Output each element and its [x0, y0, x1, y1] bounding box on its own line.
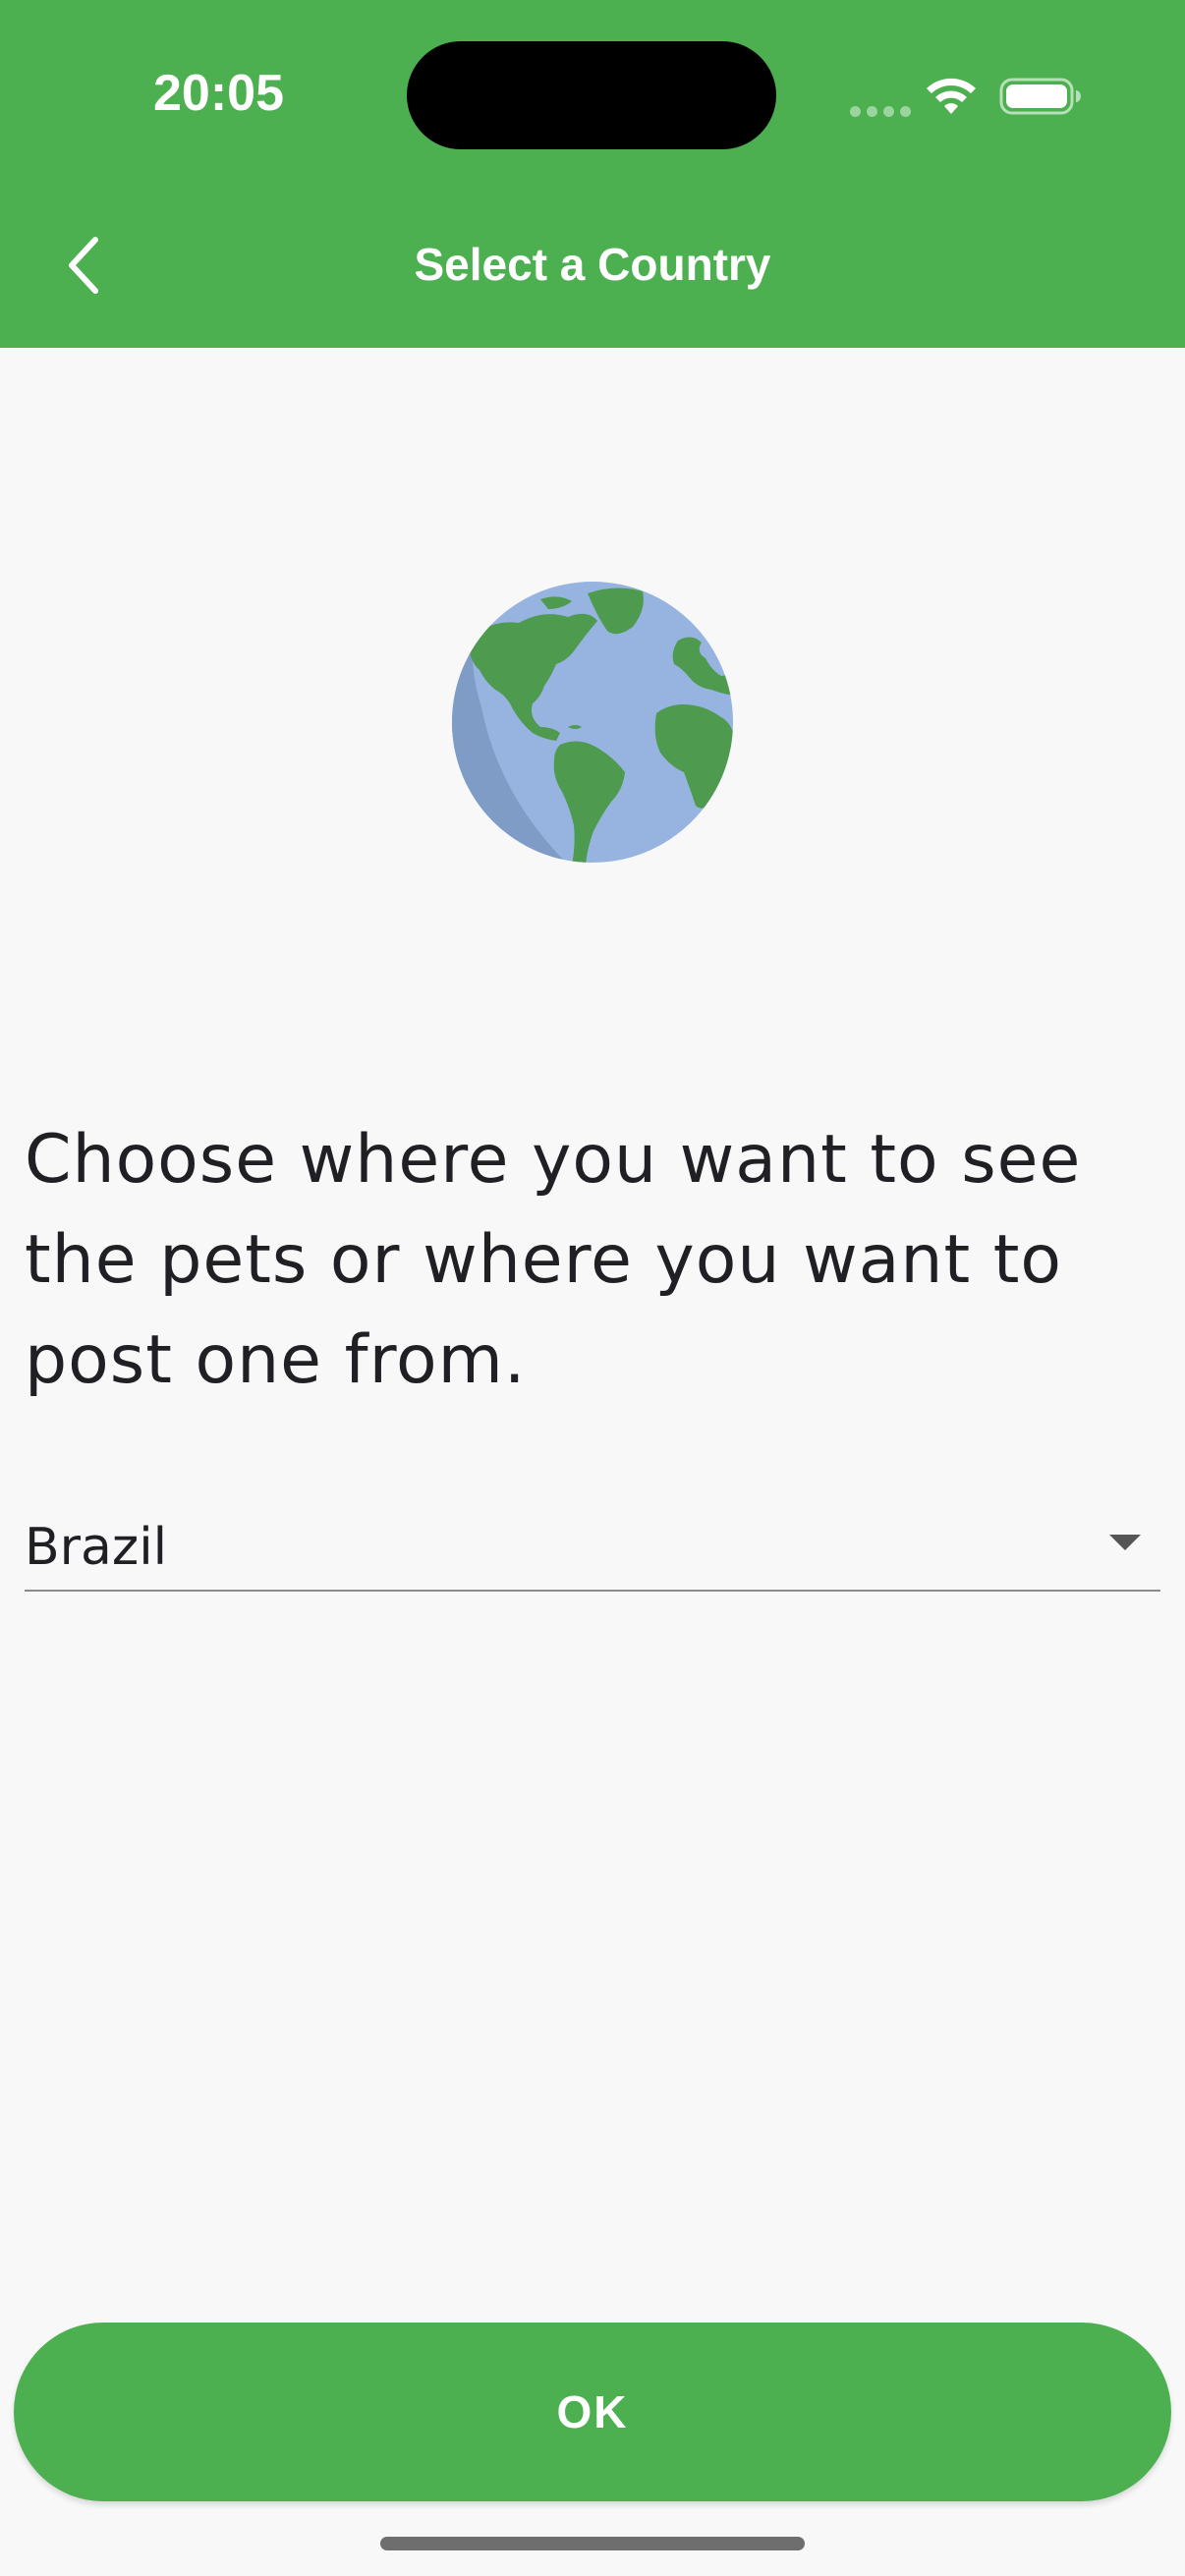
wifi-icon [927, 78, 976, 114]
country-dropdown-value: Brazil [25, 1518, 168, 1577]
chevron-left-icon [69, 237, 98, 294]
ok-button-label: OK [556, 2386, 629, 2437]
dynamic-island [407, 41, 776, 149]
app-bar: 20:05 Select a Country [0, 0, 1185, 348]
dropdown-arrow-icon [1109, 1535, 1141, 1550]
cellular-signal-icon [850, 102, 917, 121]
battery-icon [999, 78, 1081, 115]
status-time: 20:05 [153, 65, 284, 122]
ok-button[interactable]: OK [14, 2323, 1171, 2501]
country-dropdown[interactable]: Brazil [25, 1503, 1160, 1592]
page-title: Select a Country [414, 239, 771, 290]
instructions-headline: Choose where you want to see the pets or… [25, 1121, 1082, 1399]
country-select-screen: 20:05 Select a Country Choose where you … [0, 0, 1185, 2576]
home-indicator [380, 2537, 805, 2550]
status-icons [845, 71, 1081, 120]
globe-icon [452, 582, 733, 863]
back-button[interactable] [39, 216, 128, 314]
